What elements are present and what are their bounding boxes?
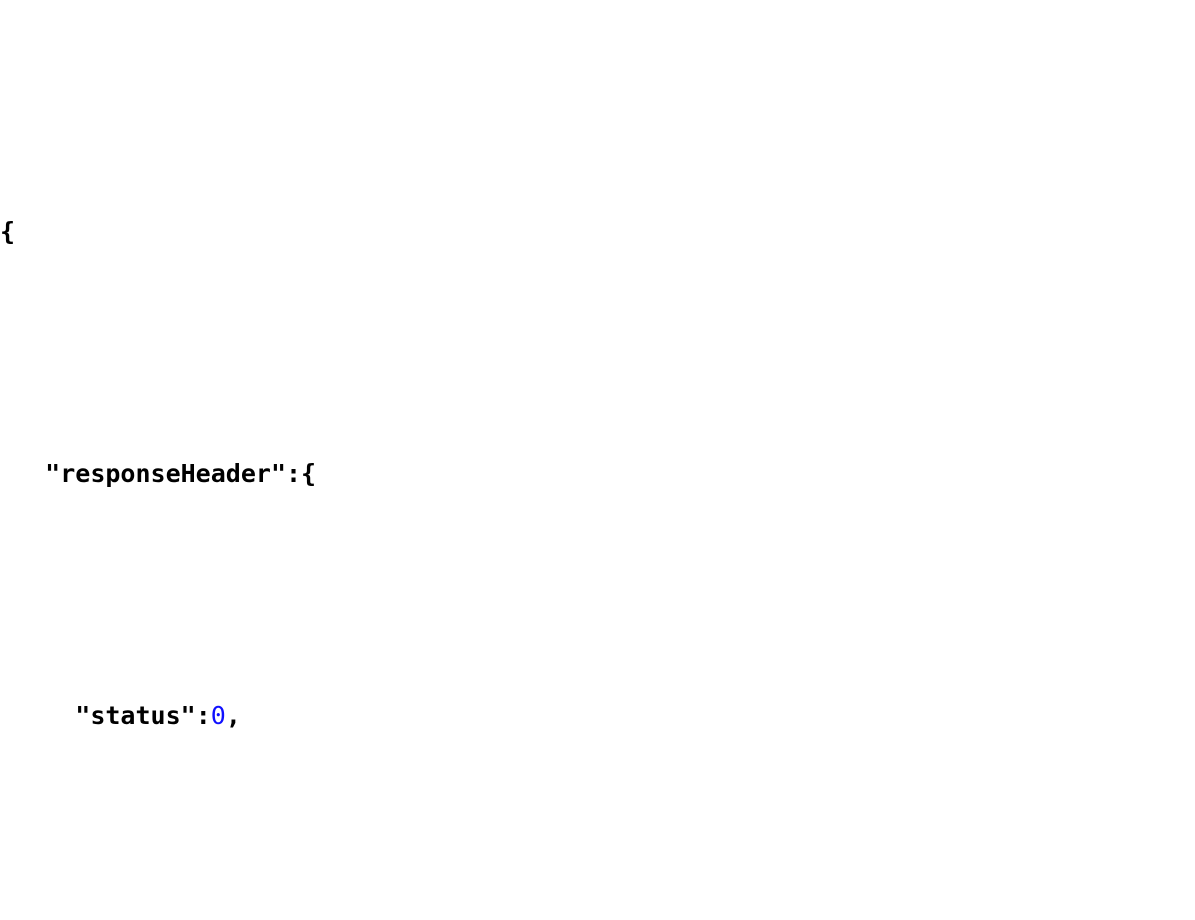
json-line-responseheader: "responseHeader":{: [0, 450, 1195, 498]
key-status: status: [90, 700, 181, 730]
quote-close: ": [270, 458, 286, 488]
value-status: 0: [210, 700, 226, 730]
comma: ,: [225, 700, 241, 730]
json-response-viewer[interactable]: { "responseHeader":{ "status":0, "QTime"…: [0, 0, 1195, 920]
quote-close: ": [180, 700, 196, 730]
json-text-body[interactable]: { "responseHeader":{ "status":0, "QTime"…: [0, 0, 1195, 920]
colon: :: [195, 700, 211, 730]
key-responseheader: responseHeader: [60, 458, 271, 488]
brace-open: {: [0, 216, 16, 246]
json-line-open-brace: {: [0, 208, 1195, 256]
json-line-status: "status":0,: [0, 692, 1195, 740]
quote-open: ": [45, 458, 61, 488]
quote-open: ": [75, 700, 91, 730]
punct-after: :{: [286, 458, 317, 488]
